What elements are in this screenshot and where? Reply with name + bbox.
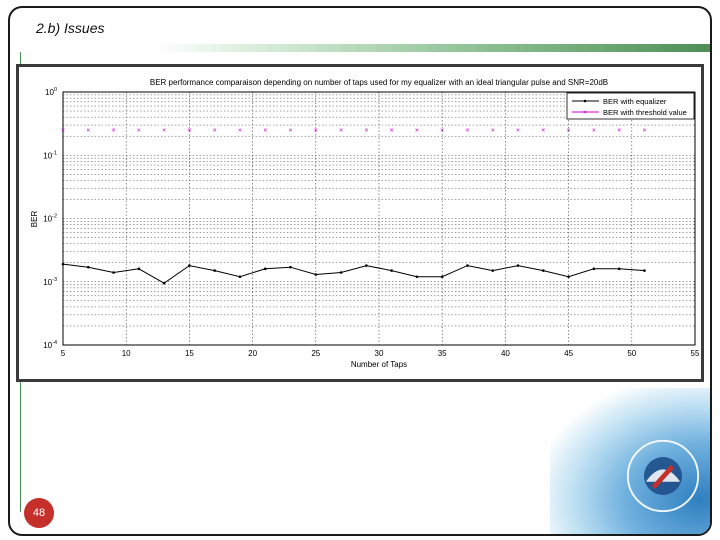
x-tick-label: 10 [122,349,131,358]
legend-marker-equalizer [583,99,587,103]
series-point-0 [339,271,343,274]
series-point-0 [188,264,191,267]
series-point-0 [567,275,570,279]
series-point-0 [61,262,65,266]
x-tick-label: 25 [311,349,320,358]
x-tick-label: 5 [61,349,66,358]
series-marker-1: × [390,128,394,135]
series-marker-1: × [592,128,596,135]
x-tick-label: 45 [564,349,573,358]
series-point-0 [516,264,520,267]
series-point-0 [592,267,596,271]
series-point-0 [162,281,166,285]
series-marker-1: × [112,128,116,135]
series-marker-1: × [339,128,343,135]
series-marker-1: × [263,128,267,135]
series-point-0 [137,267,141,271]
series-marker-1: × [314,128,318,135]
y-tick-label: 10-3 [43,277,57,287]
series-marker-1: × [642,128,646,135]
page-number-badge: 48 [24,498,54,528]
series-marker-1: × [465,128,469,135]
series-point-0 [365,264,368,267]
university-logo [626,439,700,513]
legend-marker-threshold: × [583,110,587,117]
series-marker-1: × [617,128,621,135]
series-point-0 [617,267,621,271]
series-marker-1: × [516,128,520,135]
series-point-0 [112,271,115,274]
series-point-0 [491,269,495,272]
chart-title: BER performance comparaison depending on… [150,78,608,87]
legend-label-threshold: BER with threshold value [603,108,687,117]
y-tick-label: 10-4 [43,340,57,350]
series-point-0 [263,267,267,271]
y-tick-label: 10-2 [43,214,57,224]
series-marker-1: × [61,128,65,135]
series-marker-1: × [213,128,217,135]
x-axis-ticks: 5 10 15 20 25 30 35 40 45 50 55 [61,349,700,358]
series-point-0 [643,269,646,272]
series-point-0 [415,275,419,279]
legend: BER with equalizer × BER with threshold … [566,92,695,120]
chart-figure: BER performance comparaison depending on… [16,64,704,382]
series-point-0 [238,275,242,279]
x-tick-label: 35 [438,349,447,358]
series-point-0 [440,275,444,279]
series-marker-1: × [541,128,545,135]
series-marker-1: × [288,128,292,135]
series-point-0 [542,269,545,272]
x-tick-label: 50 [627,349,636,358]
ber-chart: BER performance comparaison depending on… [30,78,700,369]
y-axis-ticks: 100 10-1 10-2 10-3 10-4 [43,87,57,350]
series-point-0 [390,269,393,272]
y-tick-label: 10-1 [43,150,57,160]
legend-label-equalizer: BER with equalizer [603,97,667,106]
series-marker-1: × [86,128,90,135]
series-marker-1: × [440,128,444,135]
series-marker-1: × [491,128,495,135]
series-point-0 [86,265,90,269]
series-marker-1: × [415,128,419,135]
x-tick-label: 15 [185,349,194,358]
series-marker-1: × [238,128,242,135]
series-point-0 [213,269,216,272]
x-tick-label: 30 [375,349,384,358]
series-point-0 [314,273,318,276]
series-line-0 [62,263,645,284]
series-point-0 [289,265,292,269]
y-tick-label: 100 [45,87,57,97]
chart-series: × × × × × × × × × × × × × × × × × × × × × × × × [61,128,646,285]
series-marker-1: × [162,128,166,135]
slide-title: 2.b) Issues [36,20,105,36]
x-axis-label: Number of Taps [351,360,407,369]
series-point-0 [466,264,469,267]
series-marker-1: × [567,128,571,135]
x-tick-label: 40 [501,349,510,358]
series-marker-1: × [364,128,368,135]
chart-grid [62,91,696,346]
x-tick-label: 55 [691,349,700,358]
title-underline-bar [150,44,710,52]
series-marker-1: × [187,128,191,135]
x-tick-label: 20 [248,349,257,358]
y-axis-label: BER [30,211,39,228]
series-marker-1: × [137,128,141,135]
